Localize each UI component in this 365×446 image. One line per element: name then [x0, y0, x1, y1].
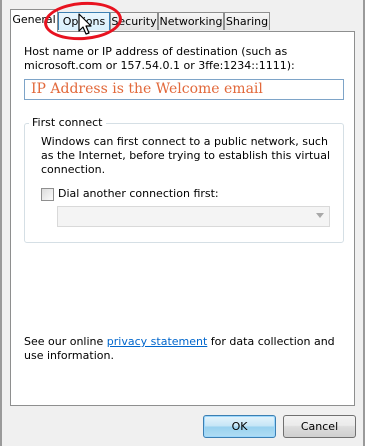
connection-properties-window: General Options Security Networking Shar…	[0, 0, 365, 446]
privacy-statement-link[interactable]: privacy statement	[107, 335, 208, 348]
first-connect-description: Windows can first connect to a public ne…	[41, 135, 331, 176]
ok-button[interactable]: OK	[203, 415, 276, 438]
first-connect-group: First connect Windows can first connect …	[24, 116, 344, 243]
mouse-pointer-icon	[78, 13, 92, 35]
dial-another-connection-checkbox[interactable]	[41, 188, 54, 201]
privacy-notice: See our online privacy statement for dat…	[24, 335, 344, 363]
dial-another-connection-label[interactable]: Dial another connection first:	[58, 187, 219, 201]
host-name-label: Host name or IP address of destination (…	[24, 45, 295, 72]
chevron-down-icon	[316, 213, 324, 218]
window-frame-left	[0, 0, 2, 446]
privacy-prefix: See our online	[24, 335, 107, 348]
host-name-input[interactable]: IP Address is the Welcome email	[24, 79, 344, 100]
first-connect-title: First connect	[29, 116, 106, 130]
general-tab-panel: Host name or IP address of destination (…	[10, 31, 355, 406]
tab-networking[interactable]: Networking	[158, 12, 224, 30]
connection-select[interactable]	[57, 206, 330, 227]
tab-sharing[interactable]: Sharing	[224, 12, 270, 30]
cancel-button[interactable]: Cancel	[283, 415, 356, 438]
